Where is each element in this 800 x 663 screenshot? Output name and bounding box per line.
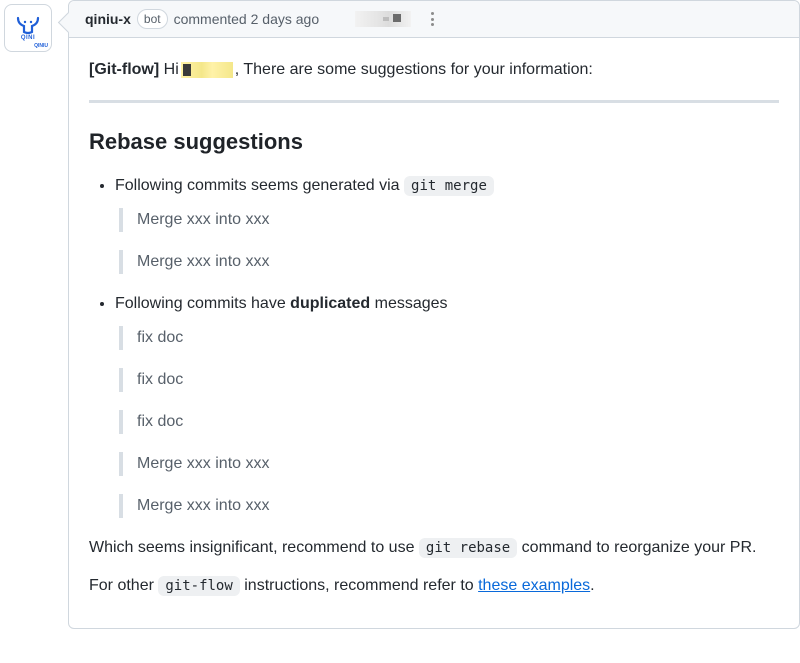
inline-code: git-flow bbox=[158, 576, 239, 596]
footer2-mid: instructions, recommend refer to bbox=[240, 577, 478, 594]
commented-timestamp[interactable]: commented 2 days ago bbox=[174, 11, 320, 27]
bullet1-lead: Following commits seems generated via bbox=[115, 177, 404, 194]
blockquote: Merge xxx into xxx bbox=[119, 208, 779, 232]
examples-link[interactable]: these examples bbox=[478, 577, 590, 594]
redacted-region bbox=[355, 11, 411, 27]
author-link[interactable]: qiniu-x bbox=[85, 11, 131, 27]
bot-badge: bot bbox=[137, 9, 168, 29]
blockquote: fix doc bbox=[119, 368, 779, 392]
blockquote: fix doc bbox=[119, 410, 779, 434]
comment-header: qiniu-x bot commented 2 days ago bbox=[69, 1, 799, 38]
footer1-before: Which seems insignificant, recommend to … bbox=[89, 539, 419, 556]
avatar-label: QINI bbox=[21, 35, 35, 41]
suggestion-list: Following commits seems generated via gi… bbox=[89, 174, 779, 518]
avatar-sublabel: QINIU bbox=[34, 43, 48, 49]
bullet2-lead-bold: duplicated bbox=[290, 295, 370, 312]
intro-prefix: [Git-flow] bbox=[89, 61, 159, 78]
intro-line: [Git-flow] Hi , There are some suggestion… bbox=[89, 58, 779, 82]
section-title: Rebase suggestions bbox=[89, 125, 779, 158]
inline-code: git merge bbox=[404, 176, 494, 196]
divider bbox=[89, 100, 779, 103]
intro-tail: , There are some suggestions for your in… bbox=[235, 61, 593, 78]
inline-code: git rebase bbox=[419, 538, 517, 558]
blockquote: Merge xxx into xxx bbox=[119, 250, 779, 274]
comment-container: qiniu-x bot commented 2 days ago [Git-fl… bbox=[68, 0, 800, 629]
bull-icon bbox=[15, 16, 41, 34]
redacted-mention bbox=[181, 62, 233, 78]
blockquote: Merge xxx into xxx bbox=[119, 452, 779, 476]
footer2-before: For other bbox=[89, 577, 158, 594]
footer2-after: . bbox=[590, 577, 594, 594]
bullet2-lead-before: Following commits have bbox=[115, 295, 290, 312]
list-item: Following commits have duplicated messag… bbox=[115, 292, 779, 518]
avatar[interactable]: QINI QINIU bbox=[4, 4, 52, 52]
quote-list: fix doc fix doc fix doc Merge xxx into x… bbox=[115, 326, 779, 518]
blockquote: fix doc bbox=[119, 326, 779, 350]
bullet2-lead-after: messages bbox=[370, 295, 447, 312]
blockquote: Merge xxx into xxx bbox=[119, 494, 779, 518]
list-item: Following commits seems generated via gi… bbox=[115, 174, 779, 274]
footer1-after: command to reorganize your PR. bbox=[517, 539, 756, 556]
footer-line-2: For other git-flow instructions, recomme… bbox=[89, 574, 779, 598]
kebab-menu-icon[interactable] bbox=[427, 12, 437, 26]
footer-line-1: Which seems insignificant, recommend to … bbox=[89, 536, 779, 560]
quote-list: Merge xxx into xxx Merge xxx into xxx bbox=[115, 208, 779, 274]
intro-greeting: Hi bbox=[159, 61, 179, 78]
comment-body: [Git-flow] Hi , There are some suggestion… bbox=[69, 38, 799, 628]
